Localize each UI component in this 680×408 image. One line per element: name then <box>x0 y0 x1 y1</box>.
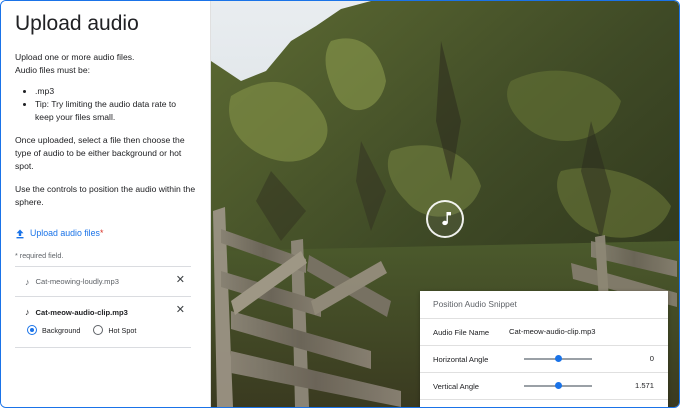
select-help-text: Once uploaded, select a file then choose… <box>15 135 185 171</box>
required-star: * <box>99 228 104 238</box>
vertical-angle-slider[interactable] <box>524 382 592 389</box>
audio-file-row: Audio File Name Cat-meow-audio-clip.mp3 <box>420 319 668 346</box>
page-title: Upload audio <box>15 12 139 35</box>
music-note-icon: ♪ <box>25 276 30 287</box>
vertical-angle-label: Vertical Angle <box>433 381 480 391</box>
music-note-icon: ♪ <box>25 307 30 317</box>
slider-thumb[interactable] <box>555 355 562 362</box>
vertical-angle-value: 1.571 <box>634 381 654 390</box>
horizontal-angle-value: 0 <box>649 354 654 363</box>
radio-label: Hot Spot <box>108 325 137 335</box>
required-note: * required field. <box>15 251 64 260</box>
horizontal-angle-label: Horizontal Angle <box>433 354 489 364</box>
slider-thumb[interactable] <box>555 382 562 389</box>
upload-audio-files-button[interactable]: Upload audio files * <box>15 227 196 240</box>
background-radio[interactable]: Background <box>27 325 80 335</box>
radio-label: Background <box>42 325 81 335</box>
music-note-icon <box>442 212 451 226</box>
radio-circle <box>27 325 37 335</box>
file-row-selected[interactable]: ♪ Cat-meow-audio-clip.mp3 ✕ Background H… <box>15 297 191 348</box>
audio-file-label: Audio File Name <box>433 327 490 337</box>
vertical-angle-row: Vertical Angle 1.571 <box>420 373 668 400</box>
audio-file-value: Cat-meow-audio-clip.mp3 <box>509 327 596 336</box>
requirement-format: .mp3 <box>35 85 196 98</box>
close-icon[interactable]: ✕ <box>176 305 185 316</box>
horizontal-angle-slider[interactable] <box>524 355 592 362</box>
panel-title: Position Audio Snippet <box>420 291 668 319</box>
requirement-tip: Tip: Try limiting the audio data rate to… <box>35 98 196 124</box>
horizontal-angle-row: Horizontal Angle 0 <box>420 346 668 373</box>
position-audio-panel: Position Audio Snippet Audio File Name C… <box>420 291 668 407</box>
file-list: ♪ Cat-meowing-loudly.mp3 ✕ ♪ Cat-meow-au… <box>15 266 191 348</box>
intro-text: Upload one or more audio files. <box>15 52 135 62</box>
requirements-list: .mp3 Tip: Try limiting the audio data ra… <box>15 85 196 124</box>
hot-spot-radio[interactable]: Hot Spot <box>93 325 136 335</box>
requirements-heading: Audio files must be: <box>15 65 90 75</box>
file-name: Cat-meow-audio-clip.mp3 <box>35 307 128 317</box>
radio-circle <box>93 325 104 335</box>
upload-icon <box>16 229 24 238</box>
close-icon[interactable]: ✕ <box>176 275 185 286</box>
file-row[interactable]: ♪ Cat-meowing-loudly.mp3 ✕ <box>15 267 191 297</box>
audio-type-group: Background Hot Spot <box>25 325 149 335</box>
upload-label: Upload audio files <box>30 228 100 238</box>
audio-hotspot-marker[interactable] <box>426 200 464 238</box>
file-name: Cat-meowing-loudly.mp3 <box>35 277 119 286</box>
app-window: Upload audio Upload one or more audio fi… <box>0 0 680 408</box>
controls-help-text: Use the controls to position the audio w… <box>15 184 196 207</box>
